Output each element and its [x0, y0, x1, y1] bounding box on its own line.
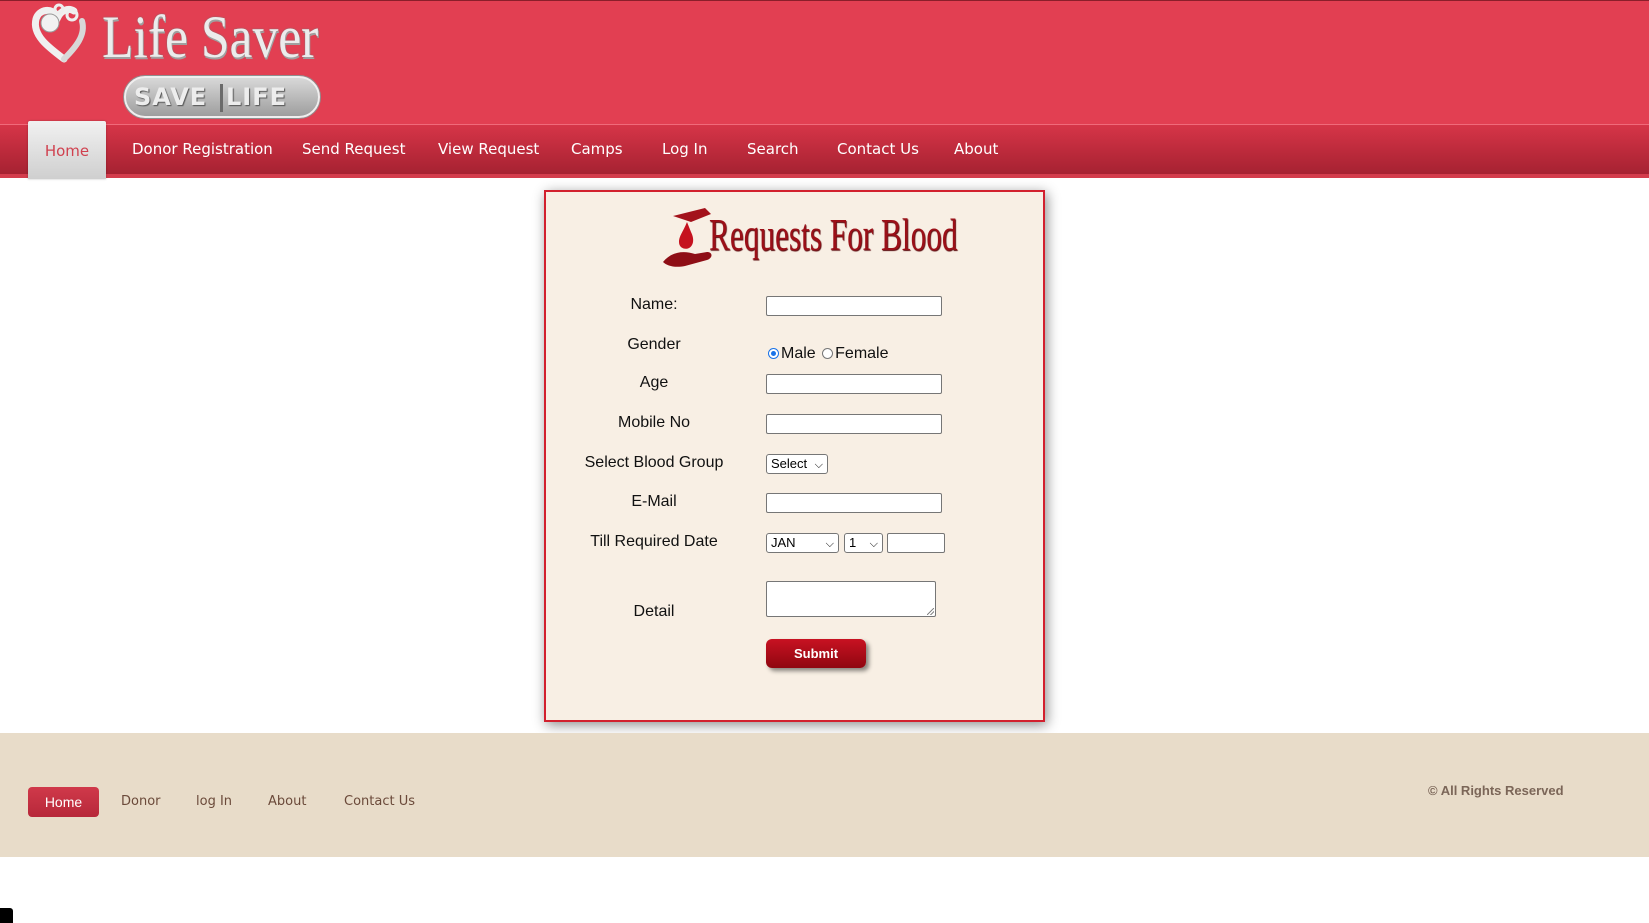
- mobile-label: Mobile No: [617, 414, 691, 431]
- detail-label: Detail: [633, 603, 675, 620]
- footer-donor-link[interactable]: Donor: [121, 787, 161, 817]
- footer-about-link[interactable]: About: [268, 787, 306, 817]
- date-label: Till Required Date: [590, 533, 718, 550]
- site-header: Life Saver SAVE LIFE: [0, 0, 1649, 127]
- age-label: Age: [639, 374, 669, 391]
- nav-contact-us[interactable]: Contact Us: [837, 125, 919, 174]
- site-footer: Home Donor log In About Contact Us © All…: [0, 733, 1649, 857]
- chevron-down-icon: ⌵: [869, 538, 878, 550]
- footer-home-link[interactable]: Home: [28, 787, 99, 817]
- age-input[interactable]: [766, 374, 942, 394]
- copyright-text: © All Rights Reserved: [1428, 783, 1564, 798]
- logo-badge-divider: [220, 84, 223, 112]
- name-label: Name:: [630, 296, 678, 313]
- month-select[interactable]: JAN ⌵: [766, 533, 839, 553]
- gender-female-label: Female: [835, 345, 889, 362]
- detail-textarea[interactable]: [766, 581, 936, 617]
- gender-female-radio[interactable]: [822, 348, 834, 359]
- form-heading: Requests For Blood: [661, 198, 958, 276]
- logo-title: Life Saver: [102, 4, 319, 70]
- nav-log-in[interactable]: Log In: [662, 125, 708, 174]
- nav-send-request[interactable]: Send Request: [302, 125, 405, 174]
- day-select[interactable]: 1 ⌵: [844, 533, 883, 553]
- mobile-input[interactable]: [766, 414, 942, 434]
- logo-badge: SAVE LIFE: [124, 76, 320, 118]
- nav-home[interactable]: Home: [28, 121, 106, 179]
- email-label: E-Mail: [631, 493, 677, 510]
- nav-donor-registration[interactable]: Donor Registration: [132, 125, 273, 174]
- corner-widget[interactable]: [0, 908, 13, 923]
- day-value: 1: [849, 535, 857, 550]
- gender-male-label: Male: [781, 345, 816, 362]
- submit-button[interactable]: Submit: [766, 639, 866, 668]
- main-nav: Home Donor Registration Send Request Vie…: [0, 121, 1649, 179]
- heart-hands-icon: [31, 3, 86, 63]
- footer-login-link[interactable]: log In: [196, 787, 232, 817]
- nav-search[interactable]: Search: [747, 125, 799, 174]
- resize-grip-icon[interactable]: [927, 608, 934, 615]
- chevron-down-icon: ⌵: [825, 538, 834, 550]
- month-value: JAN: [771, 535, 796, 550]
- logo-badge-left: SAVE: [134, 83, 208, 111]
- site-logo[interactable]: Life Saver SAVE LIFE: [26, 1, 336, 123]
- nav-view-request[interactable]: View Request: [438, 125, 539, 174]
- gender-male-radio[interactable]: [768, 348, 779, 359]
- nav-about[interactable]: About: [954, 125, 998, 174]
- blood-group-select[interactable]: Select ⌵: [766, 454, 828, 474]
- chevron-down-icon: ⌵: [814, 459, 823, 471]
- form-title: Requests For Blood: [709, 209, 958, 260]
- blood-group-value: Select: [771, 456, 808, 471]
- blood-request-form: Requests For Blood Name: Gender Male Fem…: [544, 190, 1045, 722]
- nav-camps[interactable]: Camps: [571, 125, 623, 174]
- footer-contact-link[interactable]: Contact Us: [344, 787, 415, 817]
- gender-label: Gender: [627, 336, 681, 353]
- gender-radio-group: Male Female: [768, 345, 889, 365]
- logo-badge-right: LIFE: [226, 83, 288, 111]
- email-input[interactable]: [766, 493, 942, 513]
- year-input[interactable]: [887, 533, 945, 553]
- name-input[interactable]: [766, 296, 942, 316]
- blood-group-label: Select Blood Group: [584, 454, 724, 471]
